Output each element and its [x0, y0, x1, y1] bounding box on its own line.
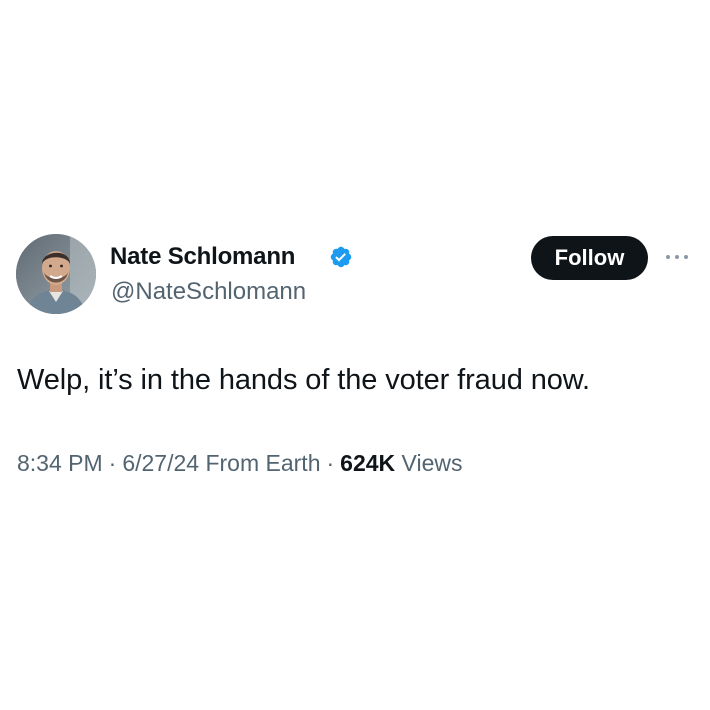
tweet-source: From Earth [205, 450, 321, 476]
follow-button[interactable]: Follow [531, 236, 648, 280]
avatar-photo [16, 234, 96, 314]
tweet-card: Nate Schlomann @NateSchlomann Follow Wel… [0, 0, 710, 710]
views-label: Views [401, 450, 463, 476]
author-name[interactable]: Nate Schlomann [110, 242, 295, 272]
tweet-date[interactable]: 6/27/24 [122, 450, 199, 476]
views-count[interactable]: 624K [340, 450, 395, 476]
tweet-time[interactable]: 8:34 PM [17, 450, 103, 476]
more-options-icon[interactable] [663, 247, 691, 267]
tweet-meta: 8:34 PM · 6/27/24 From Earth · 624K Views [17, 448, 462, 478]
meta-separator: · [326, 450, 335, 476]
author-handle[interactable]: @NateSchlomann [111, 277, 306, 307]
verified-badge-icon [329, 245, 353, 269]
tweet-text: Welp, it’s in the hands of the voter fra… [17, 364, 590, 396]
meta-separator: · [108, 450, 117, 476]
avatar[interactable] [16, 234, 96, 314]
